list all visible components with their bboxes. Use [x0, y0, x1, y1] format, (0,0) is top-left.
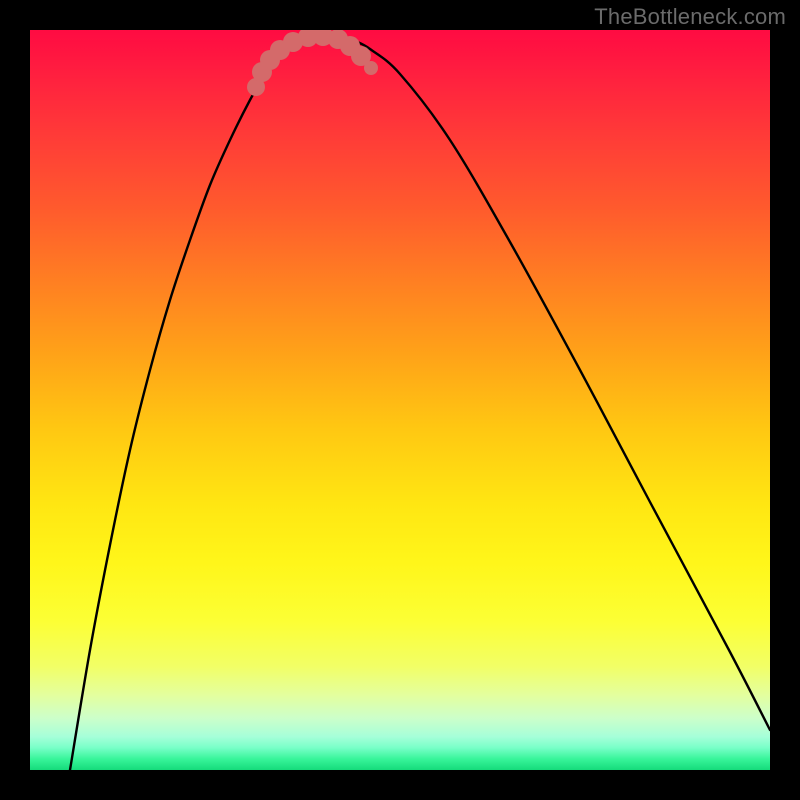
highlight-markers: [247, 30, 378, 96]
chart-frame: TheBottleneck.com: [0, 0, 800, 800]
plot-area: [30, 30, 770, 770]
curve-layer: [30, 30, 770, 770]
marker-dot: [364, 61, 378, 75]
watermark-text: TheBottleneck.com: [594, 4, 786, 30]
primary-curve: [70, 35, 770, 770]
